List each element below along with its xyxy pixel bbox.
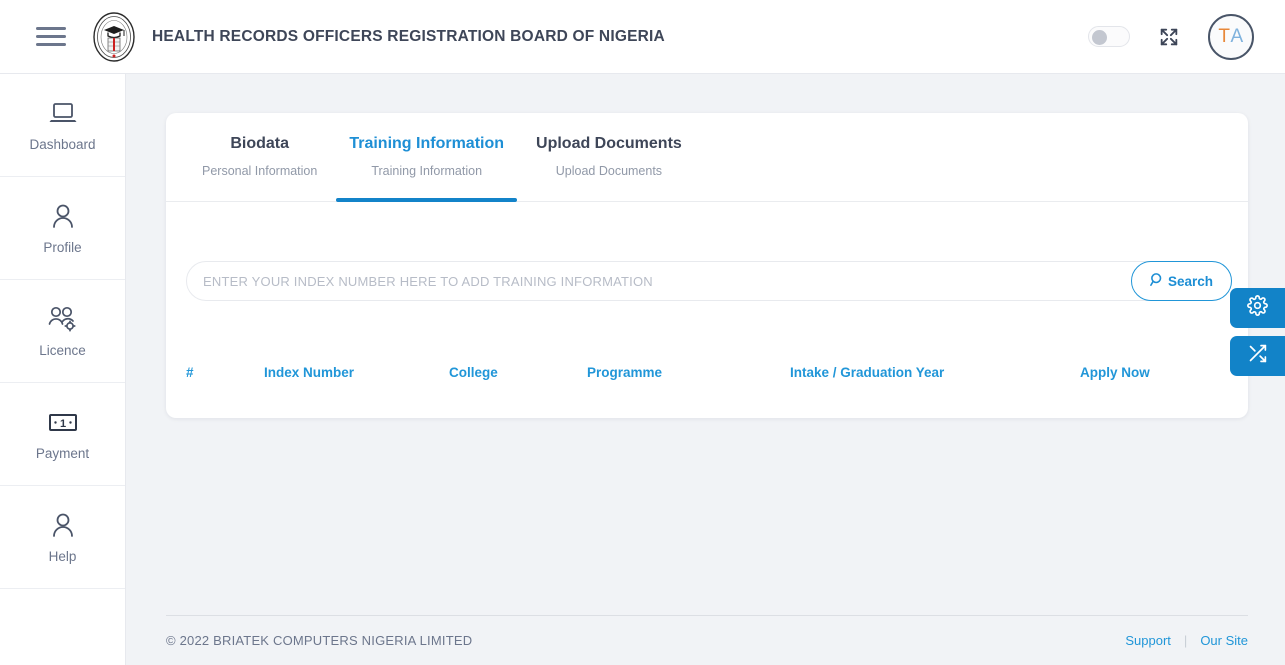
sidebar-item-payment[interactable]: 1 Payment: [0, 383, 125, 486]
fullscreen-expand-icon[interactable]: [1158, 26, 1180, 48]
banknote-icon: 1: [47, 407, 79, 437]
top-header-bar: HEALTH RECORDS OFFICERS REGISTRATION BOA…: [0, 0, 1285, 74]
hamburger-bar: [36, 43, 66, 46]
sidebar-item-label: Licence: [39, 343, 86, 358]
footer-links: Support | Our Site: [1125, 633, 1248, 648]
sidebar-item-help[interactable]: Help: [0, 486, 125, 589]
avatar-initial-first: T: [1218, 25, 1231, 47]
person-icon: [50, 201, 76, 231]
hamburger-menu-icon[interactable]: [36, 27, 66, 46]
tab-title: Training Information: [349, 135, 505, 152]
tab-upload-documents[interactable]: Upload Documents Upload Documents: [520, 113, 698, 201]
svg-text:1: 1: [59, 418, 65, 430]
left-sidebar-nav: Dashboard Profile Licence 1 Payment Help: [0, 74, 126, 665]
footer-link-separator: |: [1183, 633, 1188, 648]
tab-title: Upload Documents: [536, 135, 682, 152]
tab-subtitle: Upload Documents: [555, 164, 663, 178]
page-footer: © 2022 BRIATEK COMPUTERS NIGERIA LIMITED…: [166, 616, 1248, 665]
column-header-programme: Programme: [587, 365, 663, 380]
user-avatar[interactable]: TA: [1208, 13, 1254, 60]
app-title: HEALTH RECORDS OFFICERS REGISTRATION BOA…: [152, 27, 665, 45]
tab-subtitle: Personal Information: [202, 164, 318, 178]
column-header-apply-now: Apply Now: [1080, 365, 1150, 380]
toggle-knob: [1092, 29, 1107, 45]
sidebar-item-licence[interactable]: Licence: [0, 280, 125, 383]
support-link[interactable]: Support: [1125, 633, 1171, 648]
hamburger-bar: [36, 35, 66, 38]
sidebar-item-profile[interactable]: Profile: [0, 177, 125, 280]
avatar-initial-second: A: [1230, 25, 1244, 47]
sidebar-item-label: Payment: [35, 446, 90, 461]
tab-biodata[interactable]: Biodata Personal Information: [186, 113, 333, 201]
our-site-link[interactable]: Our Site: [1200, 633, 1248, 648]
header-actions: TA: [1088, 13, 1254, 60]
tab-bar: Biodata Personal Information Training In…: [166, 113, 1248, 202]
laptop-icon: [48, 98, 78, 128]
column-header-index-number: Index Number: [264, 365, 355, 380]
sidebar-item-label: Help: [48, 549, 77, 564]
tab-training-information[interactable]: Training Information Training Informatio…: [333, 113, 520, 202]
sidebar-item-label: Dashboard: [29, 137, 96, 152]
column-header-index: #: [186, 365, 194, 380]
tab-title: Biodata: [230, 135, 289, 152]
copyright-text: © 2022 BRIATEK COMPUTERS NIGERIA LIMITED: [166, 633, 473, 648]
tab-subtitle: Training Information: [371, 164, 483, 178]
search-icon: [1150, 272, 1165, 290]
search-button[interactable]: Search: [1130, 261, 1232, 301]
theme-toggle-switch[interactable]: [1088, 26, 1130, 47]
search-row: Search: [186, 261, 1232, 301]
hamburger-bar: [36, 27, 66, 30]
shuffle-fab-button[interactable]: [1230, 336, 1285, 376]
settings-fab-button[interactable]: [1230, 288, 1285, 328]
hrorbn-seal-logo-icon: [88, 11, 140, 63]
results-table-header: # Index Number College Programme Intake …: [186, 365, 1232, 380]
users-gear-icon: [47, 304, 79, 334]
person-icon: [50, 510, 76, 540]
training-information-card: Biodata Personal Information Training In…: [166, 113, 1248, 418]
sidebar-item-dashboard[interactable]: Dashboard: [0, 74, 125, 177]
column-header-college: College: [449, 365, 498, 380]
shuffle-icon: [1247, 343, 1268, 369]
search-button-label: Search: [1167, 273, 1213, 289]
sidebar-item-label: Profile: [43, 240, 82, 255]
gear-icon: [1247, 295, 1268, 321]
column-header-intake-year: Intake / Graduation Year: [790, 365, 945, 380]
index-number-search-input[interactable]: [186, 261, 1232, 301]
